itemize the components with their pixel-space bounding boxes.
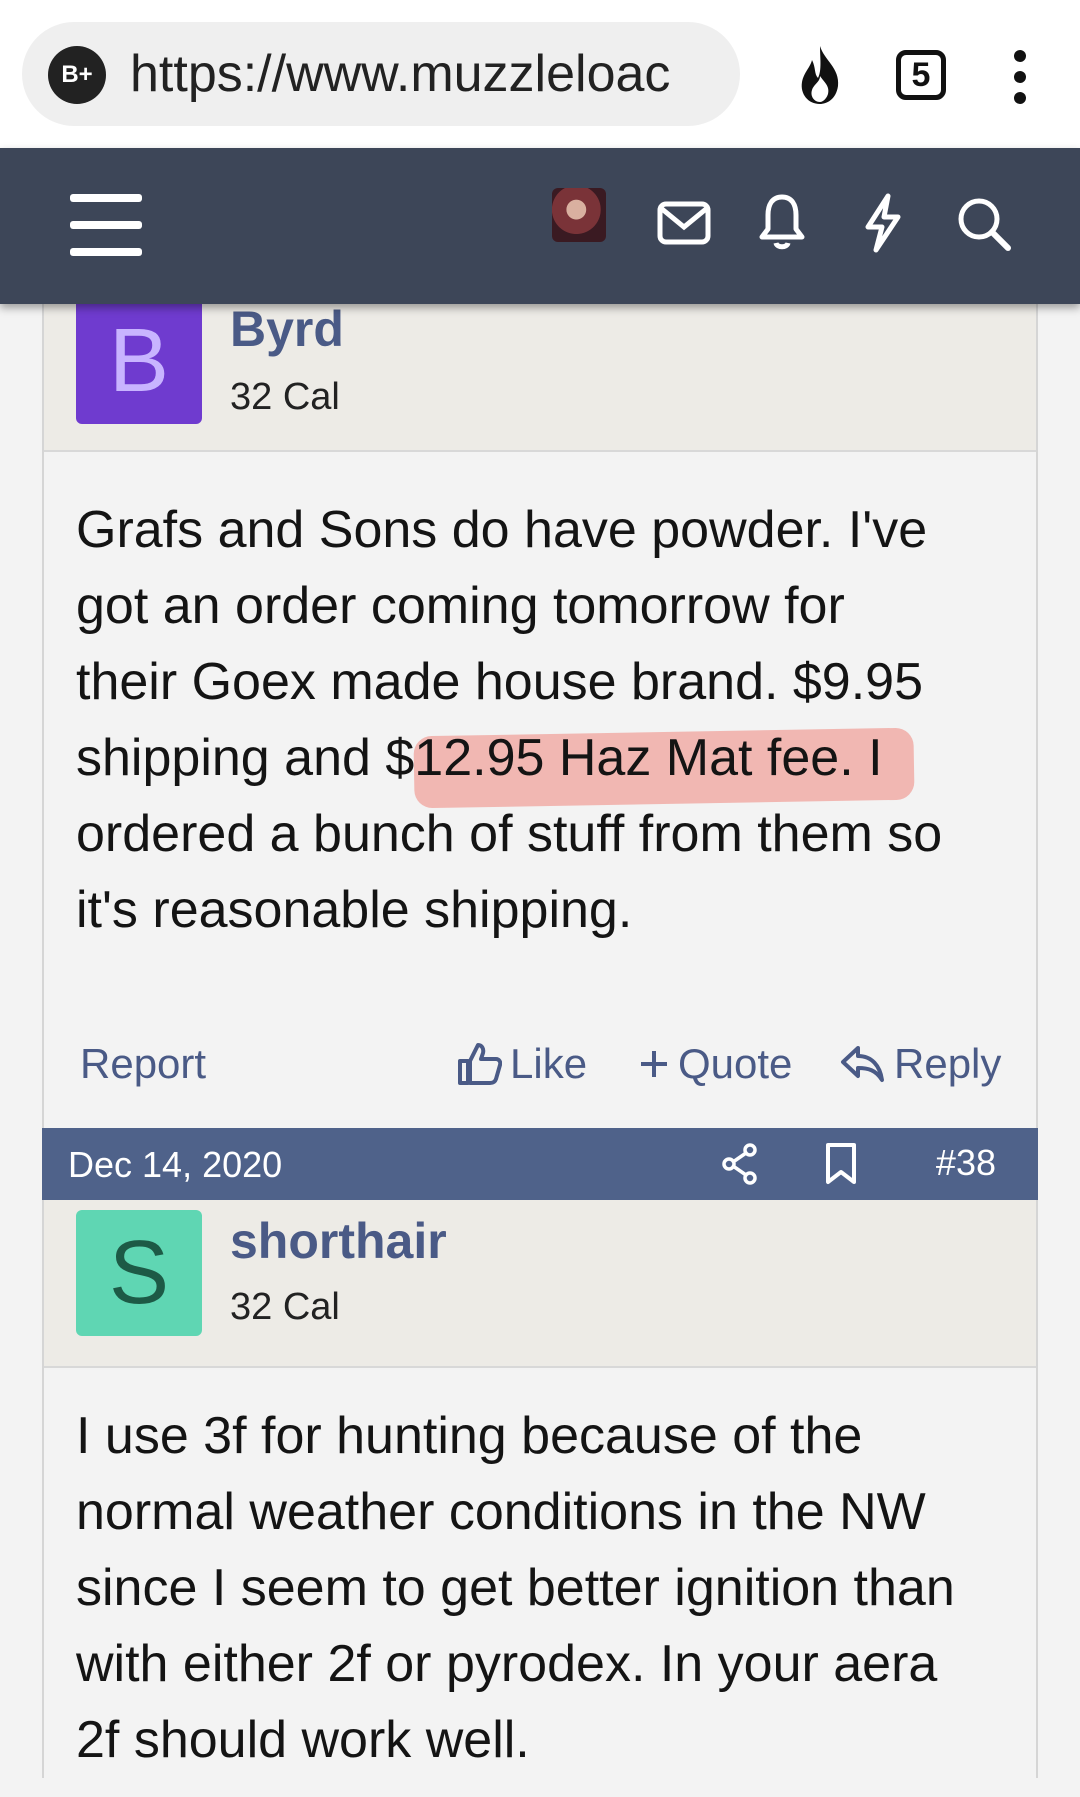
post-line: since I seem to get better ignition than	[76, 1559, 955, 1617]
post: B Byrd 32 Cal Grafs and Sons do have pow…	[42, 298, 1038, 1128]
url-text[interactable]: https://www.muzzleloac	[130, 44, 730, 104]
site-info-badge[interactable]: B+	[48, 46, 106, 104]
mail-icon[interactable]	[656, 198, 712, 248]
post-line: with either 2f or pyrodex. In your aera	[76, 1635, 938, 1693]
avatar[interactable]: S	[76, 1210, 202, 1336]
post-date[interactable]: Dec 14, 2020	[68, 1144, 282, 1186]
quote-button[interactable]: Quote	[638, 1040, 792, 1088]
post-user-header: B Byrd 32 Cal	[44, 298, 1036, 452]
post-actions: Report Like Quote Reply	[44, 948, 1036, 1128]
post-body: Grafs and Sons do have powder. I've got …	[44, 452, 1036, 948]
user-title: 32 Cal	[230, 1286, 340, 1328]
tabs-icon[interactable]: 5	[896, 50, 946, 100]
like-label: Like	[510, 1040, 588, 1087]
avatar[interactable]: B	[76, 298, 202, 424]
post-line: I use 3f for hunting because of the	[76, 1407, 863, 1465]
plus-icon	[641, 1051, 667, 1077]
reply-button[interactable]: Reply	[840, 1040, 1001, 1088]
username[interactable]: shorthair	[230, 1212, 447, 1270]
bookmark-icon[interactable]	[824, 1142, 858, 1191]
user-title: 32 Cal	[230, 376, 340, 418]
post-line: normal weather conditions in the NW	[76, 1483, 926, 1541]
avatar-letter: B	[108, 310, 170, 411]
report-label: Report	[80, 1040, 207, 1087]
post: S shorthair 32 Cal I use 3f for hunting …	[42, 1200, 1038, 1778]
browser-toolbar: B+ https://www.muzzleloac 5	[0, 0, 1080, 148]
address-bar[interactable]: B+ https://www.muzzleloac	[22, 22, 740, 126]
fire-icon[interactable]	[790, 40, 850, 110]
post-meta-bar: Dec 14, 2020 #38	[42, 1128, 1038, 1200]
post-body: I use 3f for hunting because of the norm…	[44, 1368, 1036, 1778]
avatar[interactable]	[552, 188, 606, 242]
bolt-icon[interactable]	[860, 192, 904, 254]
thread-content: B Byrd 32 Cal Grafs and Sons do have pow…	[42, 298, 1038, 1778]
search-icon[interactable]	[954, 194, 1014, 254]
avatar-letter: S	[108, 1222, 170, 1323]
post-user-header: S shorthair 32 Cal	[44, 1200, 1036, 1368]
post-line: ordered a bunch of stuff from them so	[76, 805, 943, 863]
bell-icon[interactable]	[756, 192, 808, 252]
post-line: got an order coming tomorrow for	[76, 577, 845, 635]
reply-label: Reply	[894, 1040, 1002, 1087]
post-line: shipping and $12.95 Haz Mat fee. I	[76, 729, 883, 787]
username[interactable]: Byrd	[230, 300, 344, 358]
post-number[interactable]: #38	[936, 1142, 996, 1184]
quote-label: Quote	[678, 1040, 793, 1087]
post-line: it's reasonable shipping.	[76, 881, 633, 939]
menu-icon[interactable]	[66, 190, 146, 260]
like-button[interactable]: Like	[456, 1040, 587, 1088]
post-line: 2f should work well.	[76, 1711, 530, 1769]
post-line: their Goex made house brand. $9.95	[76, 653, 924, 711]
post-line: Grafs and Sons do have powder. I've	[76, 501, 928, 559]
report-link[interactable]: Report	[80, 1040, 206, 1088]
more-vert-icon[interactable]	[1000, 44, 1040, 110]
thumbs-up-icon	[458, 1043, 502, 1085]
share-icon[interactable]	[720, 1142, 760, 1191]
reply-icon	[841, 1046, 884, 1082]
site-nav-bar	[0, 148, 1080, 304]
